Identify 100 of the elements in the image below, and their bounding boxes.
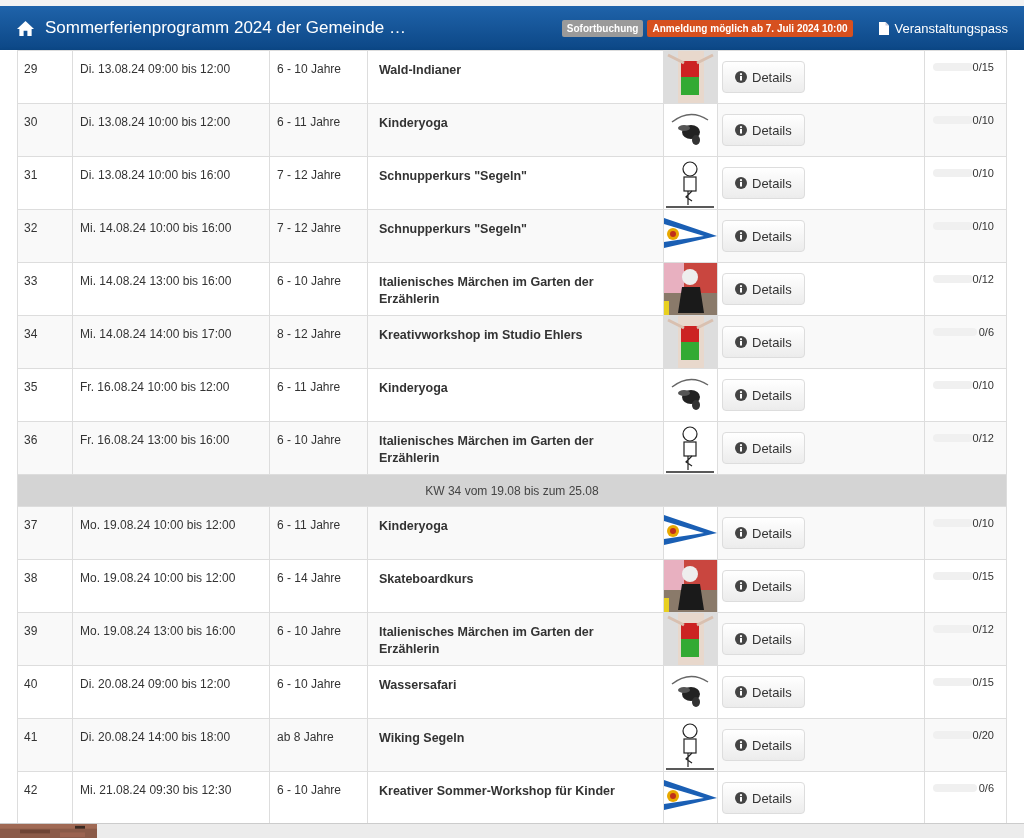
age-cell: 7 - 12 Jahre xyxy=(269,156,368,210)
participant-count: 0/10 xyxy=(972,517,994,529)
home-icon[interactable] xyxy=(16,19,35,37)
participant-count: 0/15 xyxy=(972,61,994,73)
details-button[interactable]: Details xyxy=(722,114,805,146)
row-number: 38 xyxy=(17,559,73,613)
age-cell: 6 - 11 Jahre xyxy=(269,368,368,422)
details-button[interactable]: Details xyxy=(722,167,805,199)
details-button[interactable]: Details xyxy=(722,729,805,761)
row-number: 36 xyxy=(17,421,73,475)
event-title: Wiking Segeln xyxy=(367,718,664,772)
date-cell: Di. 13.08.24 10:00 bis 16:00 xyxy=(72,156,270,210)
date-cell: Mi. 14.08.24 10:00 bis 16:00 xyxy=(72,209,270,263)
info-icon xyxy=(735,739,747,751)
info-icon xyxy=(735,686,747,698)
pass-link[interactable]: Veranstaltungspass xyxy=(878,20,1008,36)
participant-count: 0/10 xyxy=(972,114,994,126)
info-icon xyxy=(735,580,747,592)
row-number: 32 xyxy=(17,209,73,263)
date-cell: Fr. 16.08.24 10:00 bis 12:00 xyxy=(72,368,270,422)
participant-count: 0/12 xyxy=(972,432,994,444)
status-badge: Sofortbuchung xyxy=(561,19,644,37)
week-header: KW 34 vom 19.08 bis zum 25.08 xyxy=(17,474,1007,507)
details-button[interactable]: Details xyxy=(722,379,805,411)
date-cell: Mi. 14.08.24 13:00 bis 16:00 xyxy=(72,262,270,316)
row-number: 35 xyxy=(17,368,73,422)
row-number: 39 xyxy=(17,612,73,666)
participant-count: 0/10 xyxy=(972,220,994,232)
details-button[interactable]: Details xyxy=(722,782,805,814)
participant-count: 0/10 xyxy=(972,379,994,391)
date-cell: Di. 20.08.24 09:00 bis 12:00 xyxy=(72,665,270,719)
details-button[interactable]: Details xyxy=(722,61,805,93)
event-title: Wald-Indianer xyxy=(367,50,664,104)
date-cell: Mo. 19.08.24 13:00 bis 16:00 xyxy=(72,612,270,666)
date-cell: Mi. 14.08.24 14:00 bis 17:00 xyxy=(72,315,270,369)
age-cell: 6 - 11 Jahre xyxy=(269,103,368,157)
participant-count: 0/6 xyxy=(978,326,994,338)
details-button[interactable]: Details xyxy=(722,623,805,655)
participant-count: 0/6 xyxy=(978,782,994,794)
participant-count: 0/12 xyxy=(972,273,994,285)
date-cell: Fr. 16.08.24 13:00 bis 16:00 xyxy=(72,421,270,475)
details-button[interactable]: Details xyxy=(722,517,805,549)
participant-count: 0/15 xyxy=(972,676,994,688)
event-title: Kinderyoga xyxy=(367,368,664,422)
info-icon xyxy=(735,527,747,539)
event-title: Kinderyoga xyxy=(367,103,664,157)
row-number: 31 xyxy=(17,156,73,210)
age-cell: 7 - 12 Jahre xyxy=(269,209,368,263)
event-title: Italienisches Märchen im Garten der Erzählerin xyxy=(367,421,664,475)
row-number: 33 xyxy=(17,262,73,316)
details-button[interactable]: Details xyxy=(722,676,805,708)
age-cell: 6 - 11 Jahre xyxy=(269,506,368,560)
age-cell: 8 - 12 Jahre xyxy=(269,315,368,369)
event-title: Italienisches Märchen im Garten der Erzählerin xyxy=(367,262,664,316)
age-cell: 6 - 10 Jahre xyxy=(269,612,368,666)
details-button[interactable]: Details xyxy=(722,273,805,305)
info-icon xyxy=(735,283,747,295)
row-number: 29 xyxy=(17,50,73,104)
event-title: Wassersafari xyxy=(367,665,664,719)
age-cell: 6 - 14 Jahre xyxy=(269,559,368,613)
event-title: Kinderyoga xyxy=(367,506,664,560)
date-cell: Mo. 19.08.24 10:00 bis 12:00 xyxy=(72,559,270,613)
participant-count: 0/10 xyxy=(972,167,994,179)
event-title: Italienisches Märchen im Garten der Erzählerin xyxy=(367,612,664,666)
date-cell: Di. 20.08.24 14:00 bis 18:00 xyxy=(72,718,270,772)
row-number: 41 xyxy=(17,718,73,772)
details-button[interactable]: Details xyxy=(722,220,805,252)
info-icon xyxy=(735,124,747,136)
event-title: Skateboardkurs xyxy=(367,559,664,613)
info-icon xyxy=(735,71,747,83)
details-button[interactable]: Details xyxy=(722,326,805,358)
event-title: Schnupperkurs "Segeln" xyxy=(367,156,664,210)
date-cell: Mo. 19.08.24 10:00 bis 12:00 xyxy=(72,506,270,560)
row-number: 30 xyxy=(17,103,73,157)
date-cell: Di. 13.08.24 10:00 bis 12:00 xyxy=(72,103,270,157)
info-icon xyxy=(735,177,747,189)
page-title: Sommerferienprogramm 2024 der Gemeinde … xyxy=(45,18,406,38)
row-number: 37 xyxy=(17,506,73,560)
row-number: 40 xyxy=(17,665,73,719)
status-badge: Anmeldung möglich ab 7. Juli 2024 10:00 xyxy=(647,19,853,37)
info-icon xyxy=(735,230,747,242)
participant-count: 0/15 xyxy=(972,570,994,582)
details-button[interactable]: Details xyxy=(722,570,805,602)
participant-count: 0/20 xyxy=(972,729,994,741)
age-cell: 6 - 10 Jahre xyxy=(269,50,368,104)
row-number: 34 xyxy=(17,315,73,369)
info-icon xyxy=(735,336,747,348)
age-cell: 6 - 10 Jahre xyxy=(269,665,368,719)
details-button[interactable]: Details xyxy=(722,432,805,464)
age-cell: 6 - 10 Jahre xyxy=(269,421,368,475)
age-cell: ab 8 Jahre xyxy=(269,718,368,772)
event-title: Kreativworkshop im Studio Ehlers xyxy=(367,315,664,369)
participant-count: 0/12 xyxy=(972,623,994,635)
info-icon xyxy=(735,389,747,401)
document-icon xyxy=(878,21,889,35)
info-icon xyxy=(735,792,747,804)
date-cell: Di. 13.08.24 09:00 bis 12:00 xyxy=(72,50,270,104)
info-icon xyxy=(735,442,747,454)
event-title: Schnupperkurs "Segeln" xyxy=(367,209,664,263)
info-icon xyxy=(735,633,747,645)
